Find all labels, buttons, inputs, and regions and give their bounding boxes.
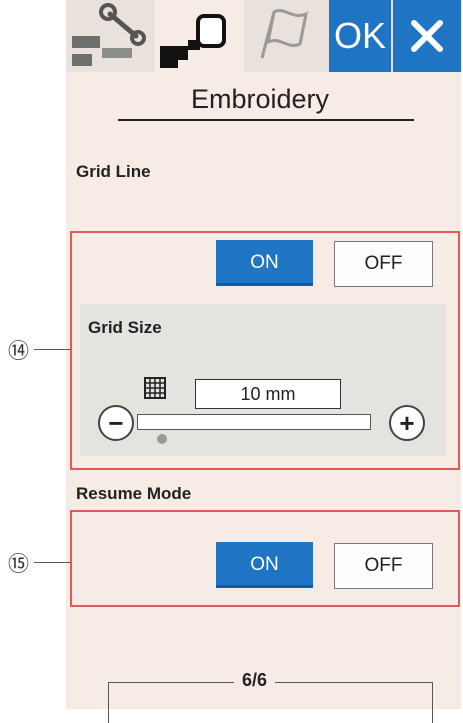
close-icon [411, 20, 443, 52]
grid-icon [144, 377, 166, 399]
resume-mode-label: Resume Mode [76, 484, 192, 503]
minus-icon: − [108, 408, 124, 438]
plus-icon: + [399, 408, 415, 438]
page-indicator: 6/6 [234, 670, 276, 691]
grid-line-on-button[interactable]: ON [216, 240, 313, 286]
callout-15-line [34, 562, 70, 563]
grid-size-value: 10 mm [195, 379, 341, 409]
callout-14: ⑭ [8, 340, 29, 363]
grid-line-off-button[interactable]: OFF [334, 241, 433, 287]
tab-machine-settings[interactable] [66, 0, 154, 72]
resume-mode-off-button[interactable]: OFF [334, 543, 433, 589]
page-title: Embroidery [190, 84, 330, 114]
callout-14-line [34, 349, 70, 350]
grid-size-minus-button[interactable]: − [98, 405, 134, 441]
tab-language-settings[interactable] [244, 0, 326, 72]
flag-icon [260, 9, 309, 59]
resume-mode-on-button[interactable]: ON [216, 542, 313, 588]
grid-size-slider[interactable] [137, 414, 371, 430]
grid-line-label: Grid Line [76, 162, 151, 181]
tab-embroidery-settings[interactable] [154, 0, 244, 72]
grid-size-slider-knob[interactable] [157, 434, 167, 444]
title-underline [118, 119, 414, 121]
grid-size-plus-button[interactable]: + [389, 405, 425, 441]
tab-bar: OK [66, 0, 461, 72]
callout-15: ⑮ [8, 553, 29, 576]
wrench-icon [72, 3, 146, 66]
close-button[interactable] [393, 0, 461, 72]
embroidery-hoop-icon [160, 14, 226, 68]
ok-button[interactable]: OK [329, 0, 391, 72]
grid-size-label: Grid Size [88, 318, 162, 337]
